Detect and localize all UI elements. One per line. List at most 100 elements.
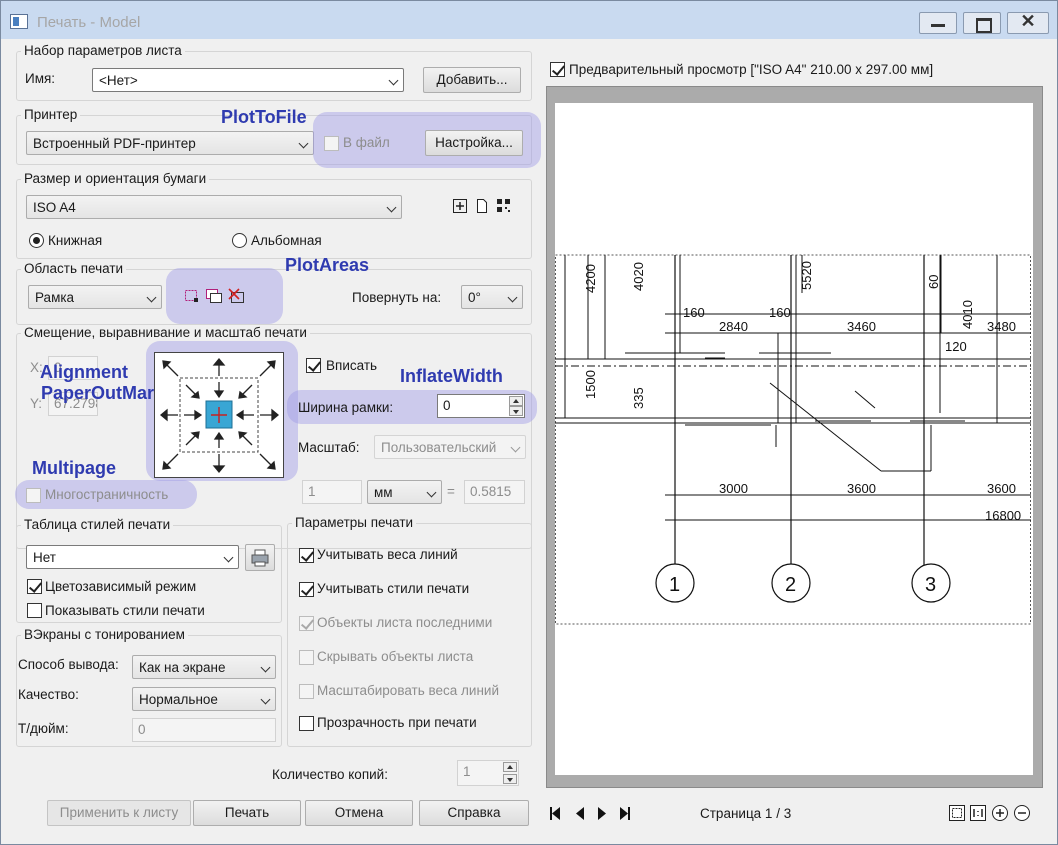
chevron-down-icon xyxy=(507,292,518,303)
dimension-label: 3480 xyxy=(987,319,1016,334)
printer-select[interactable]: Встроенный PDF-принтер xyxy=(26,131,314,155)
axis-label: 3 xyxy=(925,574,936,596)
page-navigation xyxy=(550,807,630,820)
spin-up-icon[interactable] xyxy=(509,396,523,406)
first-page-icon[interactable] xyxy=(550,807,560,820)
drawing-line xyxy=(769,382,882,472)
plot-option-label: Объекты листа последними xyxy=(317,615,493,630)
qr-icon[interactable] xyxy=(497,199,510,212)
quality-label: Качество: xyxy=(18,687,79,702)
portrait-label: Книжная xyxy=(48,233,103,248)
offset-title: Смещение, выравнивание и масштаб печати xyxy=(21,325,310,340)
dimension-label: 3600 xyxy=(987,481,1016,496)
plot-option-checkbox[interactable] xyxy=(299,650,314,665)
dpi-field[interactable]: 0 xyxy=(132,718,276,742)
page-setup-title: Набор параметров листа xyxy=(21,43,185,58)
page-indicator: Страница 1 / 3 xyxy=(700,806,792,821)
scale-select[interactable]: Пользовательский xyxy=(374,435,526,459)
apply-to-layout-button[interactable]: Применить к листу xyxy=(47,800,191,826)
frame-width-label: Ширина рамки: xyxy=(298,400,394,415)
window-select-icon[interactable] xyxy=(185,290,199,303)
dimension-label: 16800 xyxy=(985,508,1021,523)
alignment-annotation: Alignment xyxy=(40,362,128,382)
portrait-radio[interactable] xyxy=(29,233,44,248)
rotate-select[interactable]: 0° xyxy=(461,285,523,309)
next-page-icon[interactable] xyxy=(598,807,606,820)
plot-to-file-annotation: PlotToFile xyxy=(221,107,307,127)
chevron-down-icon xyxy=(298,138,309,149)
plot-area-select[interactable]: Рамка xyxy=(28,285,162,309)
scale-label: Масштаб: xyxy=(298,440,360,455)
landscape-radio[interactable] xyxy=(232,233,247,248)
dimension-label: 3460 xyxy=(847,319,876,334)
page-setup-select[interactable]: <Нет> xyxy=(92,68,404,92)
dimension-label: 3000 xyxy=(719,481,748,496)
preview-paper: 4200 4020 5520 60 4010 160 160 2840 3460 3480 120 1… xyxy=(555,103,1033,775)
print-button[interactable]: Печать xyxy=(193,800,301,826)
output-mode-select[interactable]: Как на экране xyxy=(132,655,276,679)
cancel-button[interactable]: Отмена xyxy=(305,800,413,826)
preview-drawing: 4200 4020 5520 60 4010 160 160 2840 3460 3480 120 1… xyxy=(555,254,1031,625)
layout-select-icon[interactable] xyxy=(206,289,222,303)
actual-size-icon[interactable] xyxy=(970,805,986,821)
scale-numerator-field[interactable]: 1 xyxy=(302,480,362,504)
minimize-button[interactable] xyxy=(919,12,957,34)
plot-option-checkbox[interactable] xyxy=(299,684,314,699)
quality-select[interactable]: Нормальное xyxy=(132,687,276,711)
clear-area-icon[interactable] xyxy=(228,288,244,303)
dimension-label: 120 xyxy=(945,339,967,354)
plot-option-checkbox[interactable] xyxy=(299,582,314,597)
zoom-out-icon[interactable] xyxy=(1014,805,1030,821)
add-paper-icon[interactable] xyxy=(453,199,467,213)
zoom-in-icon[interactable] xyxy=(992,805,1008,821)
style-table-select[interactable]: Нет xyxy=(26,545,239,569)
plot-option-label: Учитывать веса линий xyxy=(317,547,458,562)
dimension-label: 5520 xyxy=(799,261,814,290)
copies-field[interactable]: 1 xyxy=(457,760,519,786)
plot-option-checkbox[interactable] xyxy=(299,616,314,631)
plot-options-title: Параметры печати xyxy=(292,515,417,530)
fit-checkbox[interactable] xyxy=(306,358,321,373)
scale-unit-select[interactable]: мм xyxy=(367,480,442,504)
frame-width-field[interactable]: 0 xyxy=(437,394,525,418)
add-button[interactable]: Добавить... xyxy=(423,67,521,93)
plot-option-label: Учитывать стили печати xyxy=(317,581,470,596)
printer-settings-button[interactable]: Настройка... xyxy=(425,130,523,156)
spin-up-icon[interactable] xyxy=(503,762,517,772)
alignment-control[interactable] xyxy=(154,352,285,479)
preview-label: Предварительный просмотр ["ISO A4" 210.0… xyxy=(569,62,934,77)
zoom-extents-icon[interactable] xyxy=(949,805,965,821)
inflate-width-annotation: InflateWidth xyxy=(400,366,503,386)
axis-label: 2 xyxy=(785,574,796,596)
plot-option-checkbox[interactable] xyxy=(299,716,314,731)
chevron-down-icon xyxy=(388,75,399,86)
spin-down-icon[interactable] xyxy=(503,774,517,784)
app-icon xyxy=(10,14,28,29)
preview-checkbox[interactable] xyxy=(550,62,565,77)
spin-down-icon[interactable] xyxy=(509,406,523,416)
edit-style-button[interactable] xyxy=(245,544,275,571)
close-button[interactable]: ✕ xyxy=(1007,11,1049,34)
color-dependent-checkbox[interactable] xyxy=(27,579,42,594)
paper-size-select[interactable]: ISO A4 xyxy=(26,195,402,219)
landscape-label: Альбомная xyxy=(251,233,322,248)
plot-option-checkbox[interactable] xyxy=(299,548,314,563)
dpi-label: Т/дюйм: xyxy=(18,721,69,736)
scale-denominator-field[interactable]: 0.5815 xyxy=(464,480,525,504)
page-icon[interactable] xyxy=(477,199,487,213)
dimension-label: 335 xyxy=(631,387,646,409)
dimension-label: 160 xyxy=(769,305,791,320)
name-label: Имя: xyxy=(25,71,56,86)
help-button[interactable]: Справка xyxy=(419,800,529,826)
to-file-checkbox[interactable] xyxy=(324,136,339,151)
rotate-label: Повернуть на: xyxy=(352,290,442,305)
multipage-checkbox[interactable] xyxy=(26,488,41,503)
fit-label: Вписать xyxy=(326,358,378,373)
plot-area-tools xyxy=(185,288,244,303)
prev-page-icon[interactable] xyxy=(576,807,584,820)
last-page-icon[interactable] xyxy=(620,807,630,820)
maximize-button[interactable] xyxy=(963,12,1001,34)
dimension-label: 2840 xyxy=(719,319,748,334)
show-styles-checkbox[interactable] xyxy=(27,603,42,618)
printer-title: Принтер xyxy=(21,107,81,122)
